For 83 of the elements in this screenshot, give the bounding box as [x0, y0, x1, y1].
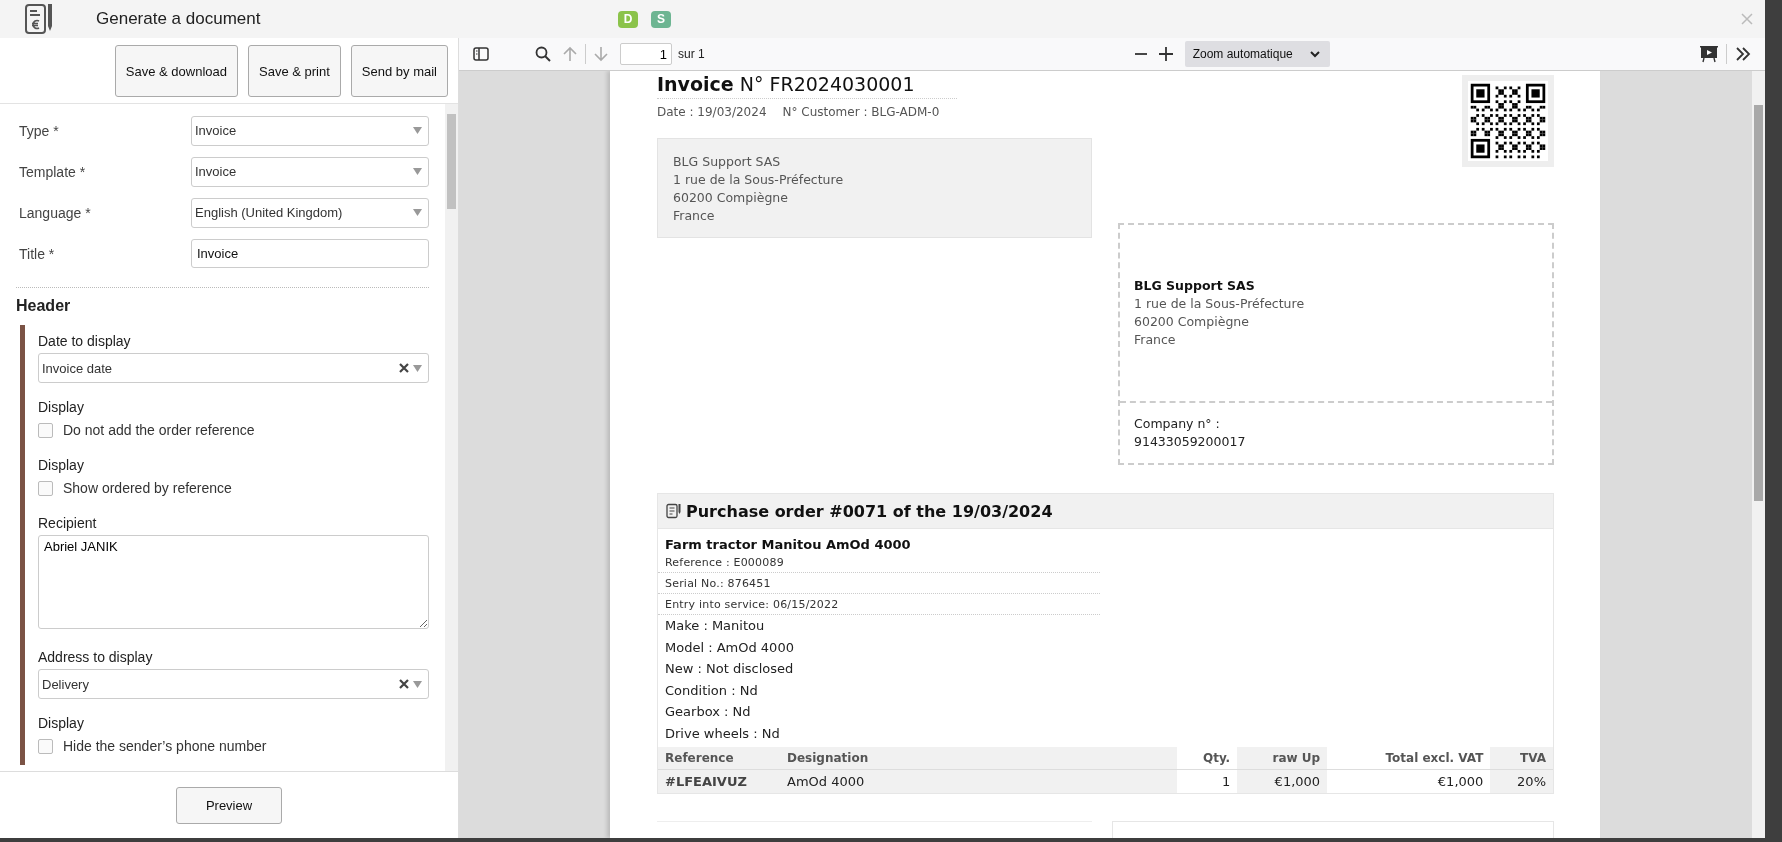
address-line: 1 rue de la Sous-Préfecture — [673, 171, 845, 189]
field-label: Template * — [19, 163, 87, 180]
field-label: Display — [38, 399, 85, 415]
column-header: Reference — [658, 747, 773, 770]
column-header: raw Up — [1237, 747, 1328, 770]
field-label: Display — [38, 715, 85, 731]
zoom-dropdown[interactable]: Zoom automatique — [1184, 41, 1330, 67]
field-label: Language * — [19, 204, 92, 221]
dropdown-arrow-icon — [413, 209, 422, 216]
field-label: Display — [38, 457, 85, 473]
select-field[interactable]: Invoice date — [38, 353, 429, 383]
table-cell: AmOd 4000 — [773, 769, 1177, 793]
checkbox[interactable] — [38, 422, 53, 438]
address-line: 60200 Compiègne — [1134, 313, 1250, 331]
search-icon[interactable] — [535, 46, 551, 62]
item-detail: Entry into service: 06/15/2022 — [658, 594, 1100, 615]
checkbox-label: Do not add the order reference — [63, 422, 255, 438]
recipient-textarea[interactable]: Abriel JANIK — [38, 535, 429, 629]
field-label: Date to display — [38, 333, 132, 349]
select-field[interactable]: English (United Kingdom) — [191, 197, 429, 228]
column-header: Designation — [773, 747, 1177, 770]
clear-icon[interactable] — [399, 363, 409, 373]
chevron-down-icon — [1309, 50, 1320, 58]
company-number-text: Company n° : — [1134, 415, 1221, 433]
zoom-in-icon[interactable] — [1158, 47, 1173, 61]
dropdown-arrow-icon — [413, 168, 422, 175]
scrollbar[interactable] — [1752, 71, 1765, 838]
select-field[interactable]: Invoice — [191, 156, 429, 187]
page-number-field[interactable]: 1 — [620, 43, 672, 65]
page-count: sur 1 — [678, 47, 705, 61]
action-button[interactable]: Send by mail — [350, 45, 448, 97]
table-cell: €1,000 — [1237, 769, 1328, 793]
item-detail: Serial No.: 876451 — [658, 573, 1100, 594]
table-cell: #LFEAIVUZ — [658, 769, 773, 793]
document-meta: Date : 19/03/2024 — [657, 105, 767, 119]
item-attribute: Model : AmOd 4000 — [664, 638, 795, 657]
item-name: Farm tractor Manitou AmOd 4000 — [664, 537, 912, 552]
clear-icon[interactable] — [399, 679, 409, 689]
action-button[interactable]: Save & download — [114, 45, 238, 97]
field-label: Recipient — [38, 515, 98, 531]
item-attribute: Drive wheels : Nd — [664, 724, 781, 743]
presentation-icon[interactable] — [1700, 45, 1718, 63]
item-detail: Reference : E000089 — [658, 552, 1100, 573]
column-header: TVA — [1490, 747, 1553, 770]
field-label: Title * — [19, 245, 56, 262]
document-title: Invoice N° FR2024030001 — [657, 71, 957, 99]
document-pen-icon — [666, 503, 682, 519]
select-field[interactable]: Invoice — [191, 115, 429, 146]
more-tools-icon[interactable] — [1735, 47, 1751, 61]
checkbox-label: Show ordered by reference — [63, 480, 232, 496]
dropdown-arrow-icon — [413, 127, 422, 134]
checkbox-label: Hide the sender’s phone number — [63, 738, 267, 754]
dropdown-arrow-icon — [413, 680, 422, 688]
address-line: France — [1134, 331, 1177, 349]
field-label: Address to display — [38, 649, 154, 665]
text-input[interactable]: Invoice — [191, 239, 429, 268]
table-cell: 20% — [1490, 769, 1553, 793]
address-line: BLG Support SAS — [1134, 277, 1256, 295]
action-button[interactable]: Save & print — [248, 45, 341, 97]
sidebar-toggle-icon[interactable] — [473, 47, 489, 61]
table-cell: €1,000 — [1327, 769, 1491, 793]
select-field[interactable]: Delivery — [38, 669, 429, 699]
company-number-text: 91433059200017 — [1134, 433, 1247, 451]
window-title: Generate a document — [96, 9, 262, 29]
field-label: Type * — [19, 122, 60, 139]
checkbox[interactable] — [38, 480, 53, 496]
item-attribute: Condition : Nd — [664, 681, 759, 700]
scrollbar[interactable] — [445, 104, 458, 771]
checkbox[interactable] — [38, 738, 53, 754]
order-title: Purchase order #0071 of the 19/03/2024 — [686, 501, 1053, 521]
address-line: France — [673, 207, 716, 225]
item-attribute: Gearbox : Nd — [664, 703, 752, 721]
item-attribute: New : Not disclosed — [664, 660, 795, 678]
invoice-pen-icon — [24, 2, 54, 36]
section-heading: Header — [16, 297, 72, 315]
dropdown-arrow-icon — [413, 364, 422, 372]
table-cell: 1 — [1177, 769, 1238, 793]
document-meta: N° Customer : BLG-ADM-0 — [782, 105, 940, 119]
address-line: 60200 Compiègne — [673, 189, 789, 207]
preview-button[interactable]: Preview — [176, 786, 282, 824]
address-line: 1 rue de la Sous-Préfecture — [1134, 295, 1306, 313]
item-attribute: Make : Manitou — [664, 617, 766, 635]
address-line: BLG Support SAS — [673, 153, 782, 171]
